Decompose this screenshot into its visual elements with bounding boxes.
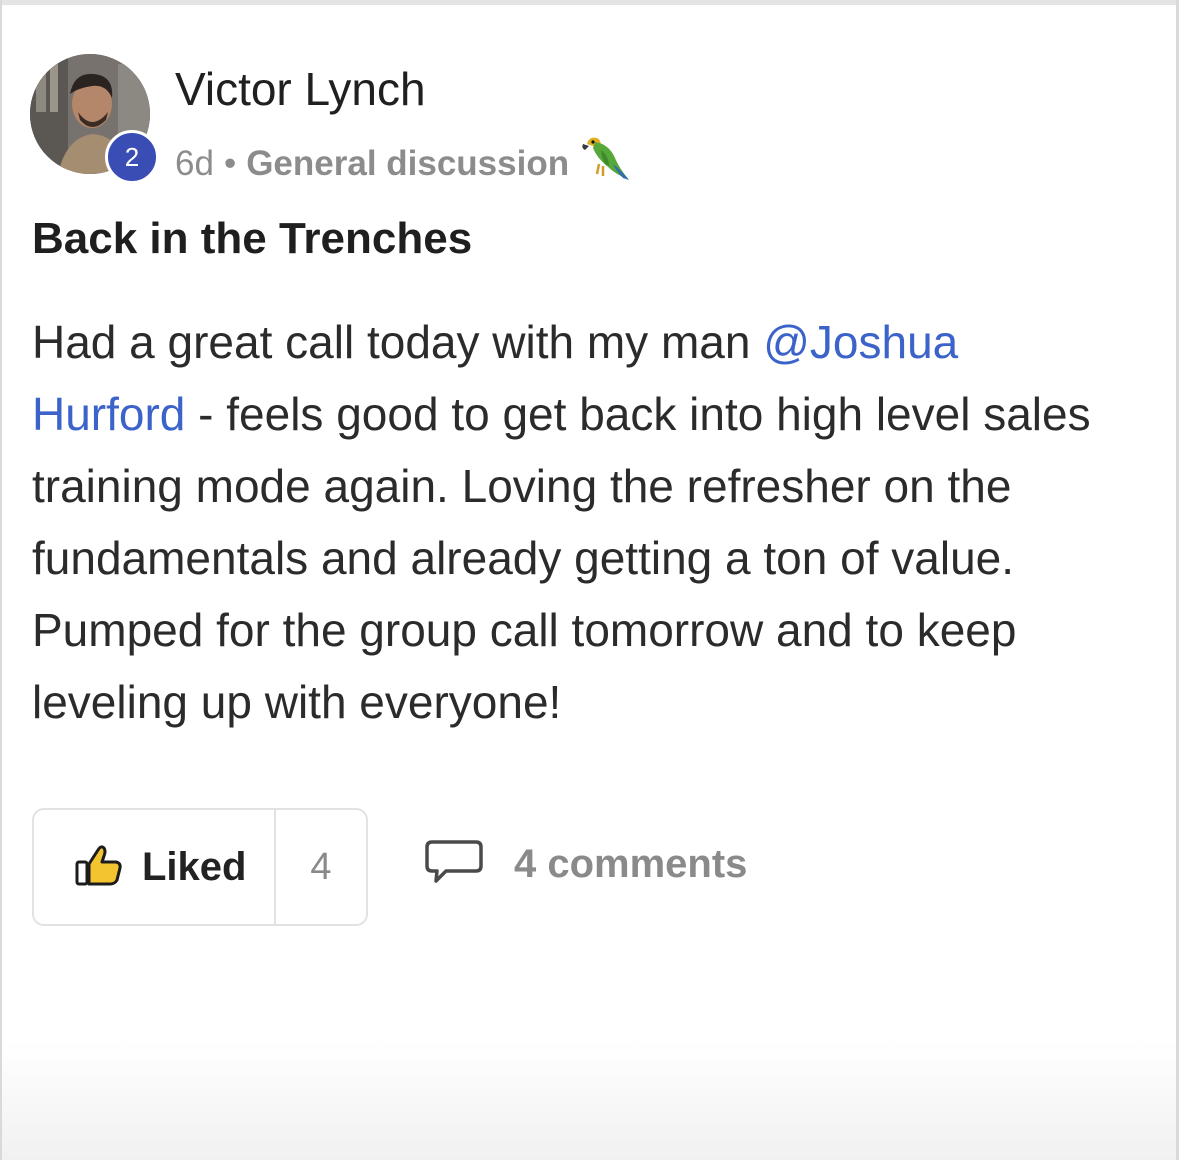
like-button[interactable]: Liked <box>34 810 276 924</box>
comments-button[interactable]: 4 comments <box>424 838 747 891</box>
post-meta: 6d • General discussion <box>175 134 631 193</box>
post-age: 6d <box>175 143 214 183</box>
top-divider <box>0 0 1179 5</box>
body-line: leveling up with everyone! <box>32 676 562 728</box>
card-border-left <box>0 0 2 1160</box>
body-line: Hurford - feels good to get back into hi… <box>32 378 1152 450</box>
meta-separator: • <box>223 143 237 183</box>
body-text: Had a great call today with my man <box>32 316 764 368</box>
post-body: Had a great call today with my man @Josh… <box>32 306 1152 738</box>
like-label: Liked <box>142 844 247 889</box>
author-name[interactable]: Victor Lynch <box>175 62 426 116</box>
level-badge: 2 <box>105 130 159 184</box>
body-line: Pumped for the group call tomorrow and t… <box>32 604 1017 656</box>
mention-link[interactable]: Hurford <box>32 388 185 440</box>
body-line: fundamentals and already getting a ton o… <box>32 532 1015 584</box>
like-count[interactable]: 4 <box>276 810 366 924</box>
body-line: Had a great call today with my man @Josh… <box>32 306 1152 378</box>
comments-label: 4 comments <box>514 842 748 886</box>
thumbs-up-icon <box>74 842 124 893</box>
body-line: training mode again. Loving the refreshe… <box>32 460 1012 512</box>
like-group: Liked 4 <box>32 808 368 926</box>
post-page: 2 Victor Lynch 6d • General discussion B… <box>0 0 1179 1160</box>
body-text: - feels good to get back into high level… <box>185 388 1091 440</box>
comment-icon <box>424 838 484 891</box>
mention-link[interactable]: @Joshua <box>763 316 958 368</box>
post-title: Back in the Trenches <box>32 214 473 263</box>
parrot-icon <box>579 134 631 193</box>
category-link[interactable]: General discussion <box>246 144 569 184</box>
